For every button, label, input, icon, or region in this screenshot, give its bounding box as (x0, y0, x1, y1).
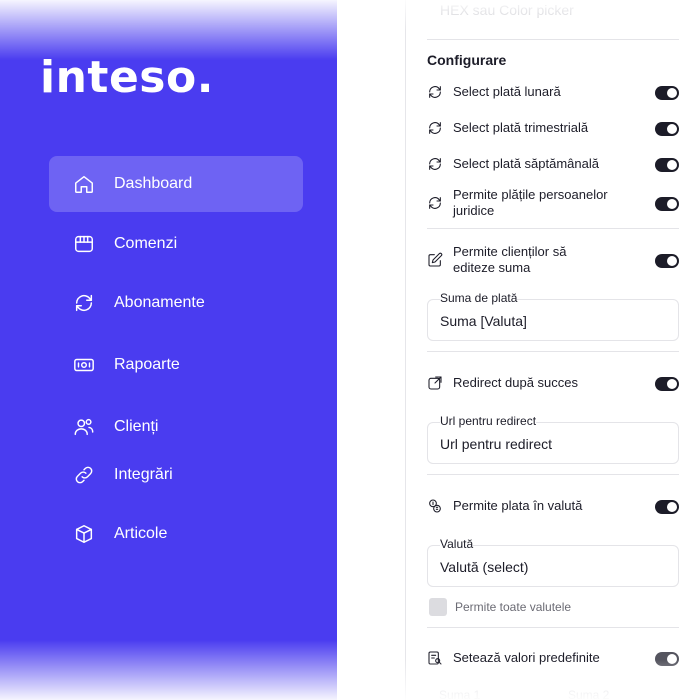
divider (427, 228, 679, 229)
sidebar-item-integrari[interactable]: Integrări (49, 447, 303, 503)
refresh-icon (427, 156, 443, 172)
option-monthly-payment: Select plată lunară (427, 84, 679, 100)
settings-panel (405, 0, 700, 700)
field-value: Suma [Valuta] (440, 313, 527, 329)
sidebar-item-label: Abonamente (114, 294, 205, 311)
sidebar-item-label: Comenzi (114, 235, 178, 252)
hex-color-field-value[interactable]: HEX sau Color picker (440, 2, 574, 18)
users-icon (73, 416, 95, 438)
option-currency-payment: Permite plata în valută (427, 498, 679, 514)
toggle-predefined-values[interactable] (655, 652, 679, 666)
field-label: Suma de plată (440, 291, 518, 305)
edit-icon (427, 252, 443, 268)
sidebar-item-label: Clienți (114, 418, 159, 435)
option-label: Permite plățile persoanelor juridice (453, 187, 608, 218)
field-label: Valută (440, 537, 474, 551)
toggle-monthly-payment[interactable] (655, 86, 679, 100)
checkbox-label: Permite toate valutele (455, 600, 572, 614)
redirect-icon (427, 375, 443, 391)
field-value: Valută (select) (440, 559, 529, 575)
sidebar-item-rapoarte[interactable]: Rapoarte (49, 337, 303, 393)
link-icon (73, 464, 95, 486)
store-icon (73, 233, 95, 255)
sidebar: inteso. Dashboard Comenzi Abonamente Rap… (0, 0, 337, 700)
preset-amount-2-label: Suma 2 (568, 688, 610, 700)
sidebar-item-label: Rapoarte (114, 356, 180, 373)
option-label: Setează valori predefinite (453, 650, 600, 665)
option-label: Select plată lunară (453, 84, 561, 99)
refresh-icon (427, 120, 443, 136)
currency-icon (427, 498, 443, 514)
option-redirect: Redirect după succes (427, 375, 679, 391)
list-search-icon (427, 650, 443, 666)
toggle-edit-amount[interactable] (655, 254, 679, 268)
amount-field[interactable]: Suma de plată Suma [Valuta] (427, 291, 679, 341)
option-weekly-payment: Select plată săptămânală (427, 156, 679, 172)
refresh-icon (427, 84, 443, 100)
option-edit-amount: Permite clienților să editeze suma (427, 244, 679, 276)
field-value: Url pentru redirect (440, 436, 553, 452)
toggle-legal-entities[interactable] (655, 197, 679, 211)
divider (427, 351, 679, 352)
toggle-redirect[interactable] (655, 377, 679, 391)
option-quarterly-payment: Select plată trimestrială (427, 120, 679, 136)
all-currencies-checkbox[interactable] (429, 598, 447, 616)
sidebar-item-comenzi[interactable]: Comenzi (49, 216, 303, 272)
option-label: Select plată trimestrială (453, 120, 589, 135)
toggle-quarterly-payment[interactable] (655, 122, 679, 136)
logo: inteso. (40, 52, 214, 103)
sidebar-item-abonamente[interactable]: Abonamente (49, 275, 303, 331)
option-label: Redirect după succes (453, 375, 579, 390)
currency-select[interactable]: Valută Valută (select) (427, 537, 679, 587)
sidebar-item-label: Dashboard (114, 175, 193, 192)
toggle-weekly-payment[interactable] (655, 158, 679, 172)
option-label: Permite plata în valută (453, 498, 583, 513)
sidebar-item-label: Articole (114, 525, 168, 542)
divider (427, 474, 679, 475)
redirect-url-field[interactable]: Url pentru redirect Url pentru redirect (427, 414, 679, 464)
toggle-currency-payment[interactable] (655, 500, 679, 514)
sidebar-item-dashboard[interactable]: Dashboard (49, 156, 303, 212)
all-currencies-option: Permite toate valutele (429, 598, 571, 616)
refresh-icon (427, 195, 443, 211)
option-label: Permite clienților să editeze suma (453, 244, 567, 275)
sidebar-item-articole[interactable]: Articole (49, 506, 303, 562)
option-legal-entities: Permite plățile persoanelor juridice (427, 187, 679, 219)
box-icon (73, 523, 95, 545)
divider (427, 39, 679, 40)
option-predefined-values: Setează valori predefinite (427, 650, 679, 666)
option-label: Select plată săptămânală (453, 156, 599, 171)
section-title: Configurare (427, 52, 507, 68)
field-label: Url pentru redirect (440, 414, 537, 428)
preset-amount-1-label: Suma 1 (439, 688, 481, 700)
divider (427, 627, 679, 628)
refresh-icon (73, 292, 95, 314)
home-icon (73, 173, 95, 195)
sidebar-item-label: Integrări (114, 466, 173, 483)
money-icon (73, 354, 95, 376)
